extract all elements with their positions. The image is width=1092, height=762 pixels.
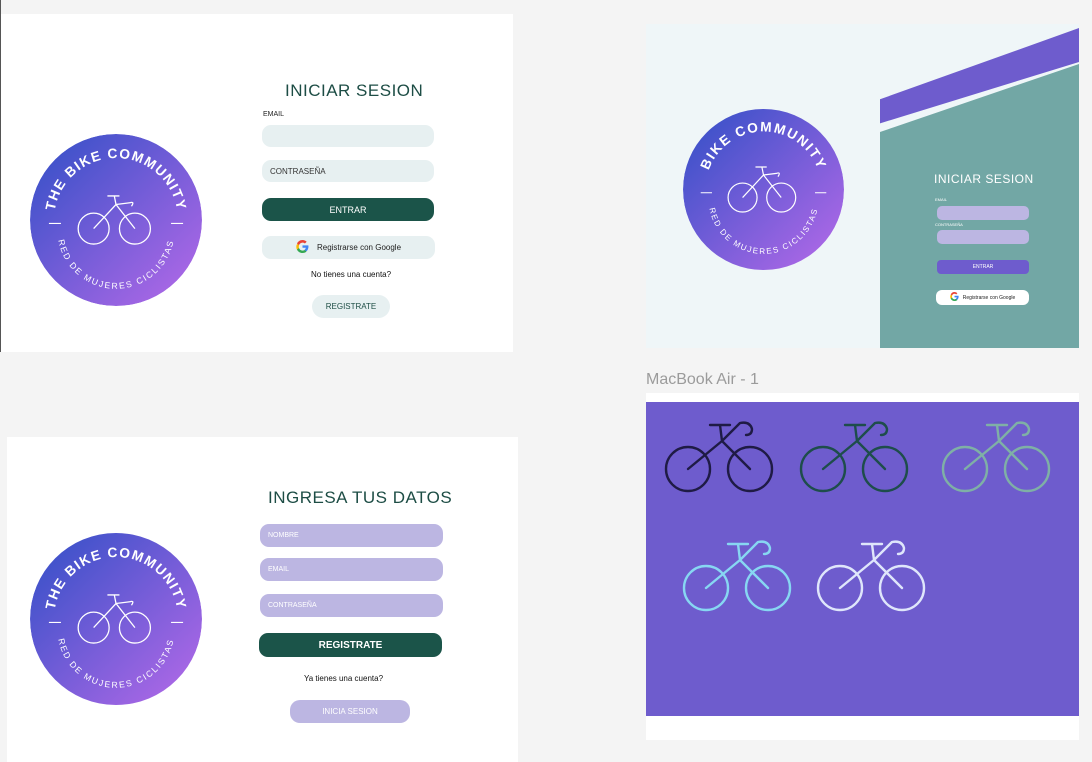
bike-illustration-1 <box>664 421 774 493</box>
login-frame: THE BIKE COMMUNITY RED DE MUJERES CICLIS… <box>0 14 513 352</box>
bike-palette-panel <box>646 402 1079 716</box>
google-icon <box>296 240 309 255</box>
email-input[interactable] <box>262 125 434 147</box>
login-alt-google-button[interactable]: Registrarse con Google <box>936 290 1029 305</box>
bike-illustration-3 <box>941 421 1051 493</box>
login-link-button[interactable]: INICIA SESION <box>290 700 410 723</box>
login-alt-frame: BIKE COMMUNITY RED DE MUJERES CICLISTAS … <box>646 24 1079 348</box>
register-password-input[interactable]: CONTRASEÑA <box>260 594 443 617</box>
bike-community-logo-register: THE BIKE COMMUNITY RED DE MUJERES CICLIS… <box>30 532 202 706</box>
canvas-left-edge <box>0 0 1 352</box>
bike-illustration-2 <box>799 421 909 493</box>
login-alt-password-input[interactable] <box>937 230 1029 244</box>
password-input[interactable]: CONTRASEÑA <box>262 160 434 182</box>
login-alt-enter-button[interactable]: ENTRAR <box>937 260 1029 274</box>
register-link-label: REGISTRATE <box>325 302 377 311</box>
enter-button[interactable]: ENTRAR <box>262 198 434 221</box>
login-alt-google-label: Registrarse con Google <box>962 294 1016 301</box>
macbook-frame <box>646 393 1079 740</box>
login-alt-password-label: CONTRASEÑA <box>935 222 963 227</box>
bike-community-logo-alt: BIKE COMMUNITY RED DE MUJERES CICLISTAS <box>683 108 844 271</box>
register-submit-label: REGISTRATE <box>318 639 383 651</box>
login-alt-email-label: EMAIL <box>935 197 948 202</box>
google-icon <box>949 292 959 303</box>
login-alt-enter-label: ENTRAR <box>972 264 994 270</box>
google-signup-label: Registrarse con Google <box>316 243 402 252</box>
bike-illustration-4 <box>682 540 792 612</box>
register-submit-button[interactable]: REGISTRATE <box>259 633 442 657</box>
bike-illustration-5 <box>816 540 926 612</box>
no-account-text: No tienes una cuenta? <box>311 270 392 279</box>
bike-community-logo: THE BIKE COMMUNITY RED DE MUJERES CICLIS… <box>30 134 202 306</box>
login-link-label: INICIA SESION <box>322 707 378 716</box>
macbook-frame-caption: MacBook Air - 1 <box>646 371 759 388</box>
login-alt-title: INICIAR SESION <box>934 172 1034 186</box>
enter-button-label: ENTRAR <box>329 204 367 215</box>
register-frame: THE BIKE COMMUNITY RED DE MUJERES CICLIS… <box>7 437 518 762</box>
register-link-button[interactable]: REGISTRATE <box>312 295 390 318</box>
login-alt-email-input[interactable] <box>937 206 1029 220</box>
register-email-input[interactable]: EMAIL <box>260 558 443 581</box>
login-title: INICIAR SESION <box>285 81 424 100</box>
email-label: EMAIL <box>263 111 285 118</box>
name-input[interactable]: NOMBRE <box>260 524 443 547</box>
register-title: INGRESA TUS DATOS <box>268 488 453 507</box>
google-signup-button[interactable]: Registrarse con Google <box>262 236 435 259</box>
have-account-text: Ya tienes una cuenta? <box>304 674 384 683</box>
